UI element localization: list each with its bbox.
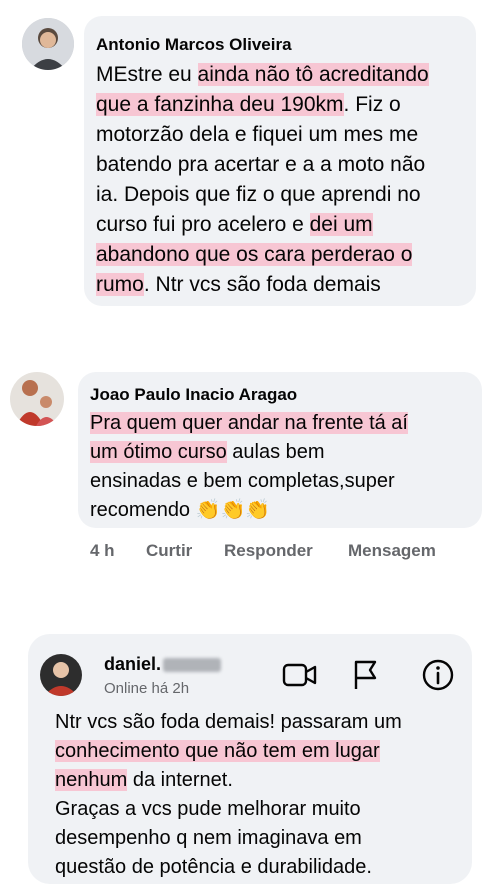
chat-contact-name[interactable]: daniel. xyxy=(104,654,222,675)
text-line: batendo pra acertar e a a moto não xyxy=(96,153,426,176)
text-line: questão de potência e durabilidade. xyxy=(55,856,372,878)
text-segment: . Fiz o xyxy=(343,93,401,116)
chat-status: Online há 2h xyxy=(104,680,190,697)
highlighted-text: que a fanzinha deu 190km xyxy=(96,93,344,116)
info-icon[interactable] xyxy=(421,658,455,692)
text-segment: aulas bem xyxy=(226,441,325,463)
message-button[interactable]: Mensagem xyxy=(348,541,436,561)
avatar[interactable] xyxy=(22,18,74,70)
comment-time: 4 h xyxy=(90,541,115,560)
clapping-hands-emoji: 👏👏👏 xyxy=(195,499,271,521)
highlighted-text: dei um xyxy=(309,213,373,236)
highlighted-text: nenhum xyxy=(55,769,128,791)
text-line: ensinadas e bem completas,super xyxy=(90,470,395,492)
redacted-name xyxy=(163,658,222,673)
highlighted-text: abandono que os cara perderao o xyxy=(96,243,413,266)
highlighted-text: um ótimo curso xyxy=(90,441,227,463)
text-segment: curso fui pro acelero e xyxy=(96,213,310,236)
text-line: Graças a vcs pude melhorar muito xyxy=(55,798,361,820)
highlighted-text: conhecimento que não tem em lugar xyxy=(55,740,380,762)
video-call-icon[interactable] xyxy=(282,660,318,690)
text-line: ia. Depois que fiz o que aprendi no xyxy=(96,183,421,206)
avatar[interactable] xyxy=(40,654,82,696)
text-segment: . Ntr vcs são foda demais xyxy=(143,273,381,296)
reply-button[interactable]: Responder xyxy=(224,541,313,561)
highlighted-text: Pra quem quer andar na frente tá aí xyxy=(90,412,408,434)
comment-text: MEstre eu ainda não tô acreditando que a… xyxy=(96,60,474,300)
avatar[interactable] xyxy=(10,372,64,426)
text-segment: da internet. xyxy=(127,769,233,791)
comment-text: Pra quem quer andar na frente tá aí um ó… xyxy=(90,409,476,525)
comment-author[interactable]: Joao Paulo Inacio Aragao xyxy=(90,385,297,405)
chat-message: Ntr vcs são foda demais! passaram um con… xyxy=(55,708,467,882)
text-segment: recomendo xyxy=(90,499,191,521)
like-button[interactable]: Curtir xyxy=(146,541,192,561)
text-segment: MEstre eu xyxy=(96,63,198,86)
text-line: desempenho q nem imaginava em xyxy=(55,827,362,849)
comment-author[interactable]: Antonio Marcos Oliveira xyxy=(96,35,292,55)
text-line: Ntr vcs são foda demais! passaram um xyxy=(55,711,402,733)
contact-name-text: daniel. xyxy=(104,654,162,674)
highlighted-text: ainda não tô acreditando xyxy=(197,63,429,86)
flag-icon[interactable] xyxy=(350,659,380,691)
highlighted-text: rumo xyxy=(96,273,144,296)
text-line: motorzão dela e fiquei um mes me xyxy=(96,123,419,146)
